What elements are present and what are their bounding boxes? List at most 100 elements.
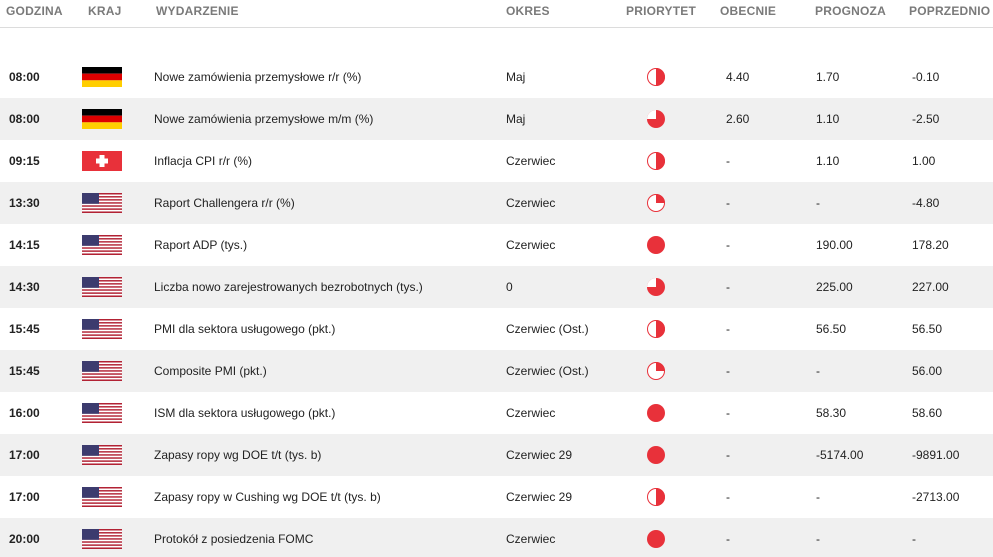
table-row[interactable]: 15:45 PMI dla sektora usługowego (pkt.) Cz… xyxy=(0,308,993,350)
usa-flag-icon xyxy=(82,403,122,423)
forecast-value: 58.30 xyxy=(816,406,847,420)
event-period: Czerwiec xyxy=(506,406,556,420)
actual-value: - xyxy=(726,406,730,420)
forecast-value: 1.10 xyxy=(816,154,840,168)
event-period: Czerwiec (Ost.) xyxy=(506,322,589,336)
forecast-value: 1.10 xyxy=(816,112,840,126)
forecast-value: 190.00 xyxy=(816,238,853,252)
priority-low-icon xyxy=(646,193,666,213)
event-time: 15:45 xyxy=(9,322,40,336)
event-time: 17:00 xyxy=(9,490,40,504)
previous-value: 56.50 xyxy=(912,322,943,336)
priority-high-medium-icon xyxy=(646,277,666,297)
event-period: Czerwiec (Ost.) xyxy=(506,364,589,378)
table-row[interactable]: 14:15 Raport ADP (tys.) Czerwiec - 190.00 178… xyxy=(0,224,993,266)
forecast-value: 1.70 xyxy=(816,70,840,84)
header-priority[interactable]: PRIORYTET xyxy=(626,4,696,18)
header-previous[interactable]: POPRZEDNIO xyxy=(909,4,990,18)
usa-flag-icon xyxy=(82,193,122,213)
event-name[interactable]: Nowe zamówienia przemysłowe m/m (%) xyxy=(154,98,373,140)
event-name[interactable]: ISM dla sektora usługowego (pkt.) xyxy=(154,392,335,434)
event-name[interactable]: Zapasy ropy wg DOE t/t (tys. b) xyxy=(154,434,321,476)
event-period: Maj xyxy=(506,70,526,84)
event-name[interactable]: Zapasy ropy w Cushing wg DOE t/t (tys. b… xyxy=(154,476,381,518)
previous-value: -4.80 xyxy=(912,196,940,210)
header-period[interactable]: OKRES xyxy=(506,4,550,18)
event-name[interactable]: Liczba nowo zarejestrowanych bezrobotnyc… xyxy=(154,266,423,308)
event-period: Czerwiec xyxy=(506,532,556,546)
event-name[interactable]: Raport ADP (tys.) xyxy=(154,224,247,266)
actual-value: - xyxy=(726,238,730,252)
forecast-value: - xyxy=(816,532,820,546)
priority-low-icon xyxy=(646,361,666,381)
event-period: Czerwiec 29 xyxy=(506,490,573,504)
event-period: Czerwiec 29 xyxy=(506,448,573,462)
table-row[interactable]: 16:00 ISM dla sektora usługowego (pkt.) Cz… xyxy=(0,392,993,434)
priority-medium-icon xyxy=(646,319,666,339)
previous-value: -9891.00 xyxy=(912,448,960,462)
previous-value: 178.20 xyxy=(912,238,949,252)
actual-value: 2.60 xyxy=(726,112,750,126)
header-actual[interactable]: OBECNIE xyxy=(720,4,776,18)
forecast-value: 225.00 xyxy=(816,280,853,294)
event-time: 09:15 xyxy=(9,154,40,168)
priority-high-medium-icon xyxy=(646,109,666,129)
table-row[interactable]: 17:00 Zapasy ropy w Cushing wg DOE t/t (t… xyxy=(0,476,993,518)
event-time: 15:45 xyxy=(9,364,40,378)
priority-high-icon xyxy=(646,445,666,465)
table-row[interactable]: 20:00 Protokół z posiedzenia FOMC Czerwiec… xyxy=(0,518,993,557)
usa-flag-icon xyxy=(82,361,122,381)
table-row[interactable]: 17:00 Zapasy ropy wg DOE t/t (tys. b) Czer… xyxy=(0,434,993,476)
header-country[interactable]: KRAJ xyxy=(88,4,121,18)
usa-flag-icon xyxy=(82,235,122,255)
germany-flag-icon xyxy=(82,67,122,87)
actual-value: - xyxy=(726,196,730,210)
event-period: Maj xyxy=(506,112,526,126)
usa-flag-icon xyxy=(82,319,122,339)
event-period: Czerwiec xyxy=(506,238,556,252)
switzerland-flag-icon xyxy=(82,151,122,171)
table-row[interactable]: 09:15 Inflacja CPI r/r (%) Czerwiec - 1.10 1.… xyxy=(0,140,993,182)
event-time: 14:15 xyxy=(9,238,40,252)
table-row[interactable]: 08:00 Nowe zamówienia przemysłowe r/r (%)… xyxy=(0,56,993,98)
priority-medium-icon xyxy=(646,487,666,507)
event-time: 08:00 xyxy=(9,70,40,84)
table-row[interactable]: 15:45 Composite PMI (pkt.) Czerwiec (Ost.)… xyxy=(0,350,993,392)
previous-value: 227.00 xyxy=(912,280,949,294)
actual-value: - xyxy=(726,532,730,546)
event-name[interactable]: Nowe zamówienia przemysłowe r/r (%) xyxy=(154,56,361,98)
event-name[interactable]: Composite PMI (pkt.) xyxy=(154,350,267,392)
event-time: 16:00 xyxy=(9,406,40,420)
event-time: 20:00 xyxy=(9,532,40,546)
usa-flag-icon xyxy=(82,487,122,507)
header-time[interactable]: GODZINA xyxy=(6,4,63,18)
event-name[interactable]: PMI dla sektora usługowego (pkt.) xyxy=(154,308,335,350)
priority-medium-icon xyxy=(646,67,666,87)
table-row[interactable]: 13:30 Raport Challengera r/r (%) Czerwiec -… xyxy=(0,182,993,224)
forecast-value: -5174.00 xyxy=(816,448,864,462)
forecast-value: - xyxy=(816,364,820,378)
event-name[interactable]: Protokół z posiedzenia FOMC xyxy=(154,518,313,557)
event-time: 17:00 xyxy=(9,448,40,462)
event-name[interactable]: Raport Challengera r/r (%) xyxy=(154,182,295,224)
actual-value: - xyxy=(726,154,730,168)
forecast-value: - xyxy=(816,490,820,504)
header-event[interactable]: WYDARZENIE xyxy=(156,4,239,18)
header-forecast[interactable]: PROGNOZA xyxy=(815,4,886,18)
event-time: 14:30 xyxy=(9,280,40,294)
event-name[interactable]: Inflacja CPI r/r (%) xyxy=(154,140,252,182)
priority-high-icon xyxy=(646,403,666,423)
usa-flag-icon xyxy=(82,277,122,297)
actual-value: - xyxy=(726,280,730,294)
event-period: Czerwiec xyxy=(506,196,556,210)
table-row[interactable]: 14:30 Liczba nowo zarejestrowanych bezrob… xyxy=(0,266,993,308)
actual-value: - xyxy=(726,322,730,336)
priority-high-icon xyxy=(646,529,666,549)
priority-high-icon xyxy=(646,235,666,255)
forecast-value: 56.50 xyxy=(816,322,847,336)
previous-value: 56.00 xyxy=(912,364,943,378)
previous-value: -2713.00 xyxy=(912,490,960,504)
table-row[interactable]: 08:00 Nowe zamówienia przemysłowe m/m (%)… xyxy=(0,98,993,140)
table-header: GODZINA KRAJ WYDARZENIE OKRES PRIORYTET … xyxy=(0,0,993,28)
event-time: 13:30 xyxy=(9,196,40,210)
